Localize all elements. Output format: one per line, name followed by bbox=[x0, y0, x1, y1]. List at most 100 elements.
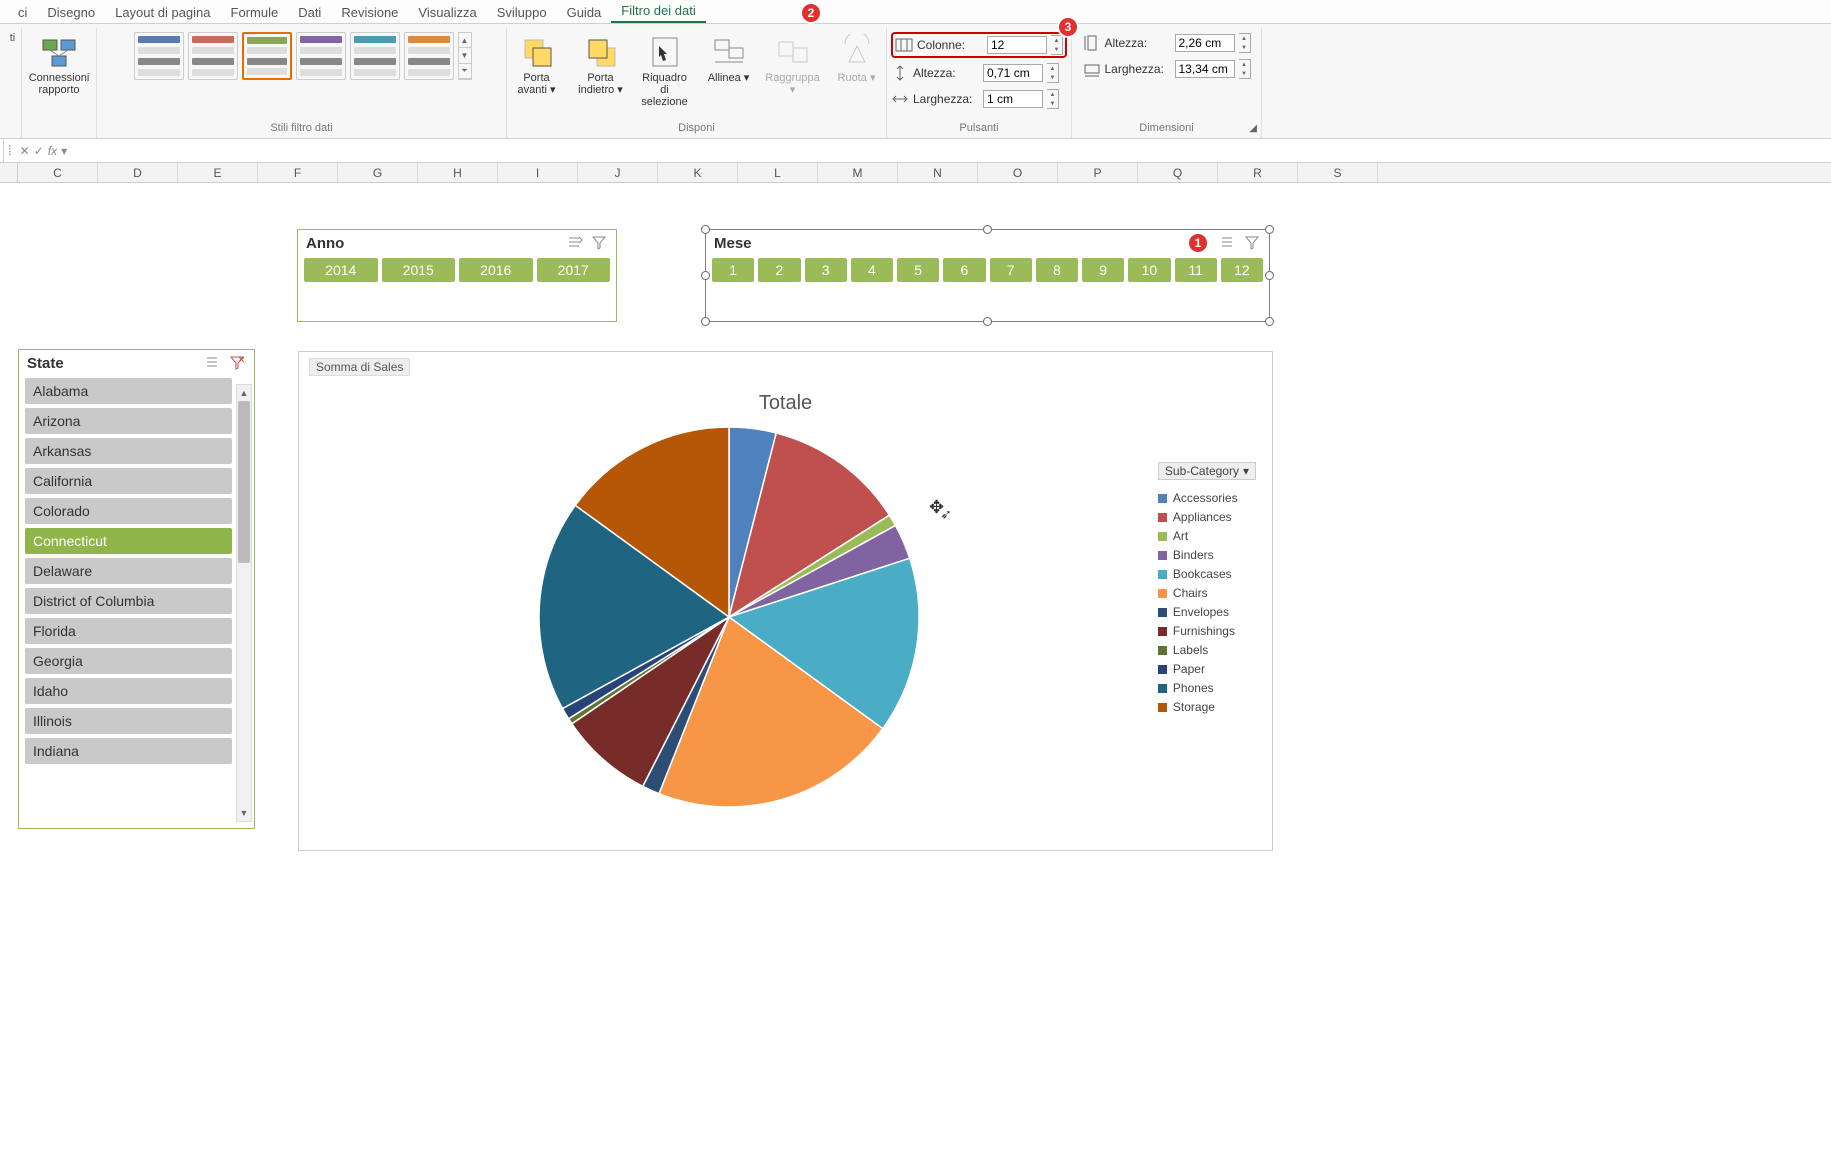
tab-dati[interactable]: Dati bbox=[288, 2, 331, 23]
state-slicer-scrollbar[interactable]: ▲ ▼ bbox=[236, 384, 252, 822]
column-header[interactable]: S bbox=[1298, 163, 1378, 182]
anno-slicer[interactable]: Anno 2014201520162017 bbox=[297, 229, 617, 322]
enter-formula-icon[interactable]: ✓ bbox=[34, 144, 44, 158]
state-slicer-item[interactable]: Delaware bbox=[25, 558, 232, 584]
legend-field-button[interactable]: Sub-Category ▾ bbox=[1158, 462, 1256, 480]
column-header[interactable]: Q bbox=[1138, 163, 1218, 182]
state-slicer-item[interactable]: Arkansas bbox=[25, 438, 232, 464]
larghezza-btn-spinner[interactable]: ▲▼ bbox=[1047, 89, 1059, 109]
mese-slicer-item[interactable]: 7 bbox=[990, 258, 1032, 282]
chart-field-button[interactable]: Somma di Sales bbox=[309, 358, 410, 376]
slicer-style-option[interactable] bbox=[134, 32, 184, 80]
column-header[interactable]: G bbox=[338, 163, 418, 182]
column-header[interactable]: J bbox=[578, 163, 658, 182]
colonne-spinner[interactable]: ▲▼ bbox=[1051, 35, 1063, 55]
column-header[interactable]: H bbox=[418, 163, 498, 182]
colonne-input[interactable] bbox=[987, 36, 1047, 54]
column-header[interactable]: L bbox=[738, 163, 818, 182]
column-header[interactable]: O bbox=[978, 163, 1058, 182]
slicer-style-option[interactable] bbox=[404, 32, 454, 80]
anno-slicer-item[interactable]: 2016 bbox=[459, 258, 533, 282]
porta-indietro-button[interactable]: Porta indietro ▾ bbox=[572, 32, 630, 98]
altezza-dim-input[interactable] bbox=[1175, 34, 1235, 52]
state-slicer-item[interactable]: Idaho bbox=[25, 678, 232, 704]
altezza-btn-spinner[interactable]: ▲▼ bbox=[1047, 63, 1059, 83]
clear-filter-icon[interactable] bbox=[1243, 234, 1261, 252]
cancel-formula-icon[interactable]: ✕ bbox=[20, 144, 30, 158]
state-slicer-item[interactable]: Indiana bbox=[25, 738, 232, 764]
mese-slicer-item[interactable]: 10 bbox=[1128, 258, 1170, 282]
column-header[interactable]: P bbox=[1058, 163, 1138, 182]
column-header[interactable]: R bbox=[1218, 163, 1298, 182]
pivot-chart[interactable]: Somma di Sales Totale Sub-Category ▾ Acc… bbox=[298, 351, 1273, 851]
multiselect-icon[interactable] bbox=[566, 234, 584, 252]
anno-slicer-item[interactable]: 2015 bbox=[382, 258, 456, 282]
formula-input[interactable] bbox=[71, 143, 1831, 158]
column-header[interactable]: N bbox=[898, 163, 978, 182]
fx-icon[interactable]: fx bbox=[48, 144, 57, 158]
tab-ci[interactable]: ci bbox=[8, 2, 37, 23]
state-slicer-item[interactable]: California bbox=[25, 468, 232, 494]
state-slicer-item[interactable]: Alabama bbox=[25, 378, 232, 404]
worksheet-area[interactable]: Anno 2014201520162017 Mese 1 12345678910… bbox=[0, 183, 1831, 883]
mese-slicer-item[interactable]: 6 bbox=[943, 258, 985, 282]
dimensioni-dialog-launcher[interactable]: ◢ bbox=[1249, 123, 1259, 136]
column-header[interactable]: C bbox=[18, 163, 98, 182]
riquadro-selezione-button[interactable]: Riquadro di selezione bbox=[636, 32, 694, 110]
slicer-style-gallery[interactable]: ▲ ▼ ⏷ bbox=[132, 32, 472, 80]
gallery-more-icon[interactable]: ⏷ bbox=[459, 64, 471, 79]
multiselect-icon[interactable] bbox=[1219, 234, 1237, 252]
tab-filtro-dati[interactable]: Filtro dei dati bbox=[611, 0, 705, 23]
slicer-style-option[interactable] bbox=[350, 32, 400, 80]
mese-slicer-item[interactable]: 12 bbox=[1221, 258, 1263, 282]
namebox-dropdown-icon[interactable]: ⁞ bbox=[4, 143, 16, 158]
state-slicer[interactable]: State AlabamaArizonaArkansasCaliforniaCo… bbox=[18, 349, 255, 829]
mese-slicer-item[interactable]: 5 bbox=[897, 258, 939, 282]
mese-slicer-item[interactable]: 1 bbox=[712, 258, 754, 282]
mese-slicer-item[interactable]: 11 bbox=[1175, 258, 1217, 282]
formula-dropdown-icon[interactable]: ▾ bbox=[61, 144, 67, 158]
state-slicer-item[interactable]: District of Columbia bbox=[25, 588, 232, 614]
column-header[interactable]: E bbox=[178, 163, 258, 182]
state-slicer-item[interactable]: Arizona bbox=[25, 408, 232, 434]
allinea-button[interactable]: Allinea ▾ bbox=[700, 32, 758, 86]
tab-layout[interactable]: Layout di pagina bbox=[105, 2, 220, 23]
larghezza-dim-input[interactable] bbox=[1175, 60, 1235, 78]
state-slicer-item[interactable]: Colorado bbox=[25, 498, 232, 524]
mese-slicer-item[interactable]: 3 bbox=[805, 258, 847, 282]
clear-filter-icon[interactable] bbox=[590, 234, 608, 252]
column-header[interactable]: F bbox=[258, 163, 338, 182]
tab-guida[interactable]: Guida bbox=[557, 2, 612, 23]
scroll-thumb[interactable] bbox=[238, 401, 250, 563]
tab-disegno[interactable]: Disegno bbox=[37, 2, 105, 23]
state-slicer-item[interactable]: Florida bbox=[25, 618, 232, 644]
state-slicer-item[interactable]: Connecticut bbox=[25, 528, 232, 554]
gallery-down-icon[interactable]: ▼ bbox=[459, 48, 471, 63]
state-slicer-item[interactable]: Georgia bbox=[25, 648, 232, 674]
column-header[interactable]: K bbox=[658, 163, 738, 182]
select-all-corner[interactable] bbox=[0, 163, 18, 182]
connessioni-rapporto-button[interactable]: Connessioni rapporto bbox=[30, 32, 88, 98]
mese-slicer-item[interactable]: 4 bbox=[851, 258, 893, 282]
mese-slicer[interactable]: Mese 1 123456789101112 bbox=[705, 229, 1270, 322]
mese-slicer-item[interactable]: 9 bbox=[1082, 258, 1124, 282]
tab-formule[interactable]: Formule bbox=[221, 2, 289, 23]
tab-visualizza[interactable]: Visualizza bbox=[408, 2, 486, 23]
mese-slicer-item[interactable]: 2 bbox=[758, 258, 800, 282]
clear-filter-icon[interactable] bbox=[228, 354, 246, 372]
altezza-dim-spinner[interactable]: ▲▼ bbox=[1239, 33, 1251, 53]
larghezza-dim-spinner[interactable]: ▲▼ bbox=[1239, 59, 1251, 79]
column-header[interactable]: D bbox=[98, 163, 178, 182]
tab-revisione[interactable]: Revisione bbox=[331, 2, 408, 23]
gallery-up-icon[interactable]: ▲ bbox=[459, 33, 471, 48]
slicer-style-option[interactable] bbox=[242, 32, 292, 80]
gallery-scroll[interactable]: ▲ ▼ ⏷ bbox=[458, 32, 472, 80]
anno-slicer-item[interactable]: 2014 bbox=[304, 258, 378, 282]
scroll-up-icon[interactable]: ▲ bbox=[237, 385, 251, 401]
multiselect-icon[interactable] bbox=[204, 354, 222, 372]
scroll-down-icon[interactable]: ▼ bbox=[237, 805, 251, 821]
porta-avanti-button[interactable]: Porta avanti ▾ bbox=[508, 32, 566, 98]
column-header[interactable]: I bbox=[498, 163, 578, 182]
tab-sviluppo[interactable]: Sviluppo bbox=[487, 2, 557, 23]
mese-slicer-item[interactable]: 8 bbox=[1036, 258, 1078, 282]
